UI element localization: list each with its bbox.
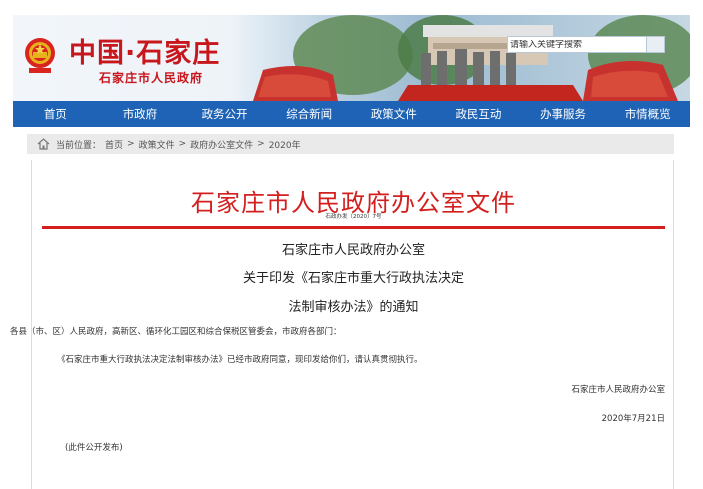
breadcrumb: 当前位置： 首页 > 政策文件 > 政府办公室文件 > 2020年 xyxy=(27,134,674,154)
search-button[interactable] xyxy=(646,37,664,52)
document-number: 石政办发〔2020〕7号 xyxy=(325,214,382,220)
document-title-line-3: 法制审核办法》的通知 xyxy=(288,300,419,315)
site-title: 中国·石家庄 xyxy=(69,38,221,69)
breadcrumb-item-year[interactable]: 2020年 xyxy=(269,138,301,151)
document-title-line-1: 石家庄市人民政府办公室 xyxy=(281,243,425,258)
search-input[interactable] xyxy=(510,39,640,50)
breadcrumb-prefix: 当前位置： xyxy=(56,140,102,151)
red-divider xyxy=(42,226,665,229)
main-nav: 首页 市政府 政务公开 综合新闻 政策文件 政民互动 办事服务 市情概览 xyxy=(13,101,690,127)
site-subtitle: 石家庄市人民政府 xyxy=(99,71,204,85)
breadcrumb-item-office-documents[interactable]: 政府办公室文件 xyxy=(190,138,253,151)
document-addressee: 各县（市、区）人民政府，高新区、循环化工园区和综合保税区管委会，市政府各部门： xyxy=(10,327,342,337)
nav-item-policy-documents[interactable]: 政策文件 xyxy=(352,101,437,127)
breadcrumb-item-home[interactable]: 首页 xyxy=(105,138,123,151)
site-banner: 中国·石家庄 石家庄市人民政府 xyxy=(13,15,690,101)
document-body: 《石家庄市重大行政执法决定法制审核办法》已经市政府同意，现印发给你们，请认真贯彻… xyxy=(57,355,423,365)
nav-item-home[interactable]: 首页 xyxy=(13,101,98,127)
breadcrumb-item-policy-documents[interactable]: 政策文件 xyxy=(139,138,175,151)
release-note: (此件公开发布) xyxy=(65,443,123,453)
document-panel: 石家庄市人民政府办公室文件 石政办发〔2020〕7号 石家庄市人民政府办公室 关… xyxy=(10,160,674,489)
signature-organization: 石家庄市人民政府办公室 xyxy=(571,385,665,395)
nav-item-news[interactable]: 综合新闻 xyxy=(267,101,352,127)
national-emblem-icon xyxy=(25,38,55,73)
home-icon xyxy=(37,138,50,150)
banner-scene-image xyxy=(253,15,690,101)
nav-item-government-affairs[interactable]: 政务公开 xyxy=(182,101,267,127)
breadcrumb-separator: > xyxy=(127,139,135,149)
nav-item-city-overview[interactable]: 市情概览 xyxy=(605,101,690,127)
nav-item-services[interactable]: 办事服务 xyxy=(521,101,606,127)
breadcrumb-separator: > xyxy=(257,139,265,149)
nav-item-city-government[interactable]: 市政府 xyxy=(98,101,183,127)
document-title-line-2: 关于印发《石家庄市重大行政执法决定 xyxy=(242,271,464,286)
breadcrumb-separator: > xyxy=(178,139,187,149)
signature-date: 2020年7月21日 xyxy=(601,414,665,424)
search-box[interactable] xyxy=(507,36,665,53)
nav-item-interaction[interactable]: 政民互动 xyxy=(436,101,521,127)
